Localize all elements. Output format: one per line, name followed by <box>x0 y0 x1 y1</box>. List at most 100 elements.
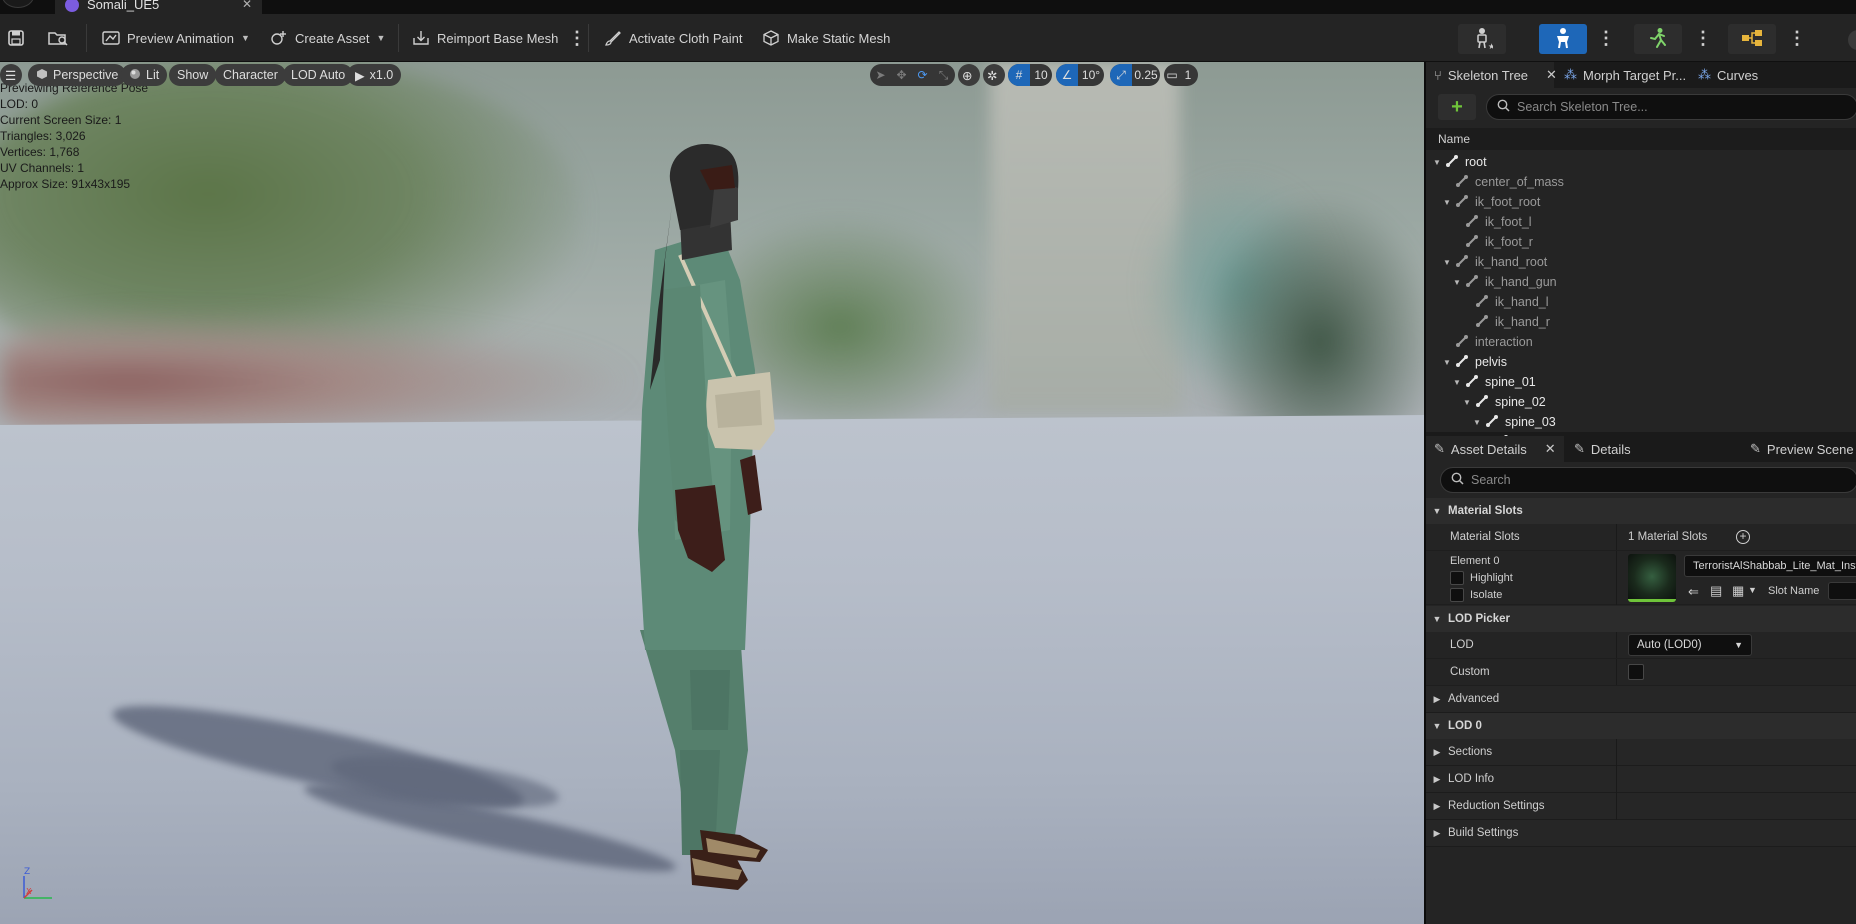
mesh-mode-menu-icon[interactable]: ⋮ <box>1597 14 1615 62</box>
bone-row[interactable]: ik_foot_r <box>1426 232 1856 252</box>
camera-icon[interactable]: ▭ <box>1164 64 1180 86</box>
grid-snap-icon[interactable]: # <box>1008 64 1030 86</box>
scale-snap-value[interactable]: 0.25 <box>1132 64 1160 86</box>
bone-row[interactable]: ik_hand_r <box>1426 312 1856 332</box>
tab-morph-target-preview[interactable]: ⁂ Morph Target Pr... <box>1564 62 1686 88</box>
browse-to-asset-button[interactable] <box>48 14 68 62</box>
activate-cloth-paint-button[interactable]: Activate Cloth Paint <box>604 14 742 62</box>
physics-mode-icon[interactable] <box>1848 30 1856 50</box>
lod-selector-button[interactable]: LOD Auto <box>283 64 354 86</box>
view-mode-perspective-button[interactable]: Perspective <box>28 64 127 86</box>
material-slots-section-header[interactable]: ▼ Material Slots <box>1426 498 1856 524</box>
expand-arrow-icon[interactable]: ▼ <box>1442 358 1452 367</box>
skeleton-search-field[interactable] <box>1486 94 1856 120</box>
add-material-slot-icon[interactable]: + <box>1736 530 1750 544</box>
checker-material-icon[interactable]: ▦ <box>1732 583 1744 599</box>
grid-snap-group[interactable]: # 10 <box>1008 64 1052 86</box>
rotation-snap-value[interactable]: 10° <box>1078 64 1104 86</box>
lighting-mode-button[interactable]: Lit <box>121 64 168 86</box>
unreal-logo-icon[interactable] <box>2 0 34 8</box>
bone-row[interactable]: ▼ spine_02 <box>1426 392 1856 412</box>
expand-arrow-icon[interactable]: ▼ <box>1442 198 1452 207</box>
skeleton-mode-button[interactable]: ★ <box>1458 24 1506 54</box>
use-selected-asset-icon[interactable]: ⇐ <box>1688 584 1699 600</box>
expand-arrow-icon[interactable]: ▼ <box>1472 418 1482 427</box>
sections-expander[interactable]: ▶ Sections <box>1426 739 1856 766</box>
highlight-checkbox[interactable] <box>1450 571 1464 585</box>
tab-skeleton-tree[interactable]: ⑂ Skeleton Tree ✕ <box>1426 62 1557 88</box>
document-tab[interactable]: Somali_UE5 ✕ <box>55 0 262 14</box>
viewport-options-menu-button[interactable]: ☰ <box>0 64 22 86</box>
3d-viewport[interactable]: Previewing Reference Pose LOD: 0 Current… <box>0 62 1424 924</box>
bone-row[interactable]: ▼ spine_01 <box>1426 372 1856 392</box>
tab-preview-scene[interactable]: ✎ Preview Scene <box>1750 436 1854 462</box>
lod-dropdown[interactable]: Auto (LOD0) ▼ <box>1628 634 1752 656</box>
rotation-snap-group[interactable]: ∠ 10° <box>1056 64 1104 86</box>
isolate-checkbox[interactable] <box>1450 588 1464 602</box>
animation-mode-menu-icon[interactable]: ⋮ <box>1694 14 1712 62</box>
blueprint-mode-menu-icon[interactable]: ⋮ <box>1788 14 1806 62</box>
expand-arrow-icon[interactable]: ▼ <box>1432 158 1442 167</box>
world-local-toggle[interactable]: ⊕ <box>958 64 980 86</box>
skeleton-search-input[interactable] <box>1517 100 1817 114</box>
save-button[interactable] <box>8 14 24 62</box>
slot-name-field[interactable] <box>1828 582 1856 600</box>
make-static-mesh-button[interactable]: Make Static Mesh <box>762 14 890 62</box>
animation-mode-button[interactable] <box>1634 24 1682 54</box>
lod0-section-header[interactable]: ▼ LOD 0 <box>1426 713 1856 739</box>
lod-info-expander[interactable]: ▶ LOD Info <box>1426 766 1856 793</box>
reduction-settings-expander[interactable]: ▶ Reduction Settings <box>1426 793 1856 820</box>
expand-arrow-icon[interactable]: ▼ <box>1452 378 1462 387</box>
expand-arrow-icon[interactable]: ▼ <box>1442 258 1452 267</box>
browse-asset-icon[interactable]: ▤ <box>1710 583 1722 599</box>
custom-lod-checkbox[interactable] <box>1628 664 1644 680</box>
scale-snap-icon[interactable]: ⤢ <box>1110 64 1132 86</box>
add-socket-button[interactable]: + <box>1438 94 1476 120</box>
select-tool-icon[interactable]: ➤ <box>870 64 891 86</box>
chevron-down-icon[interactable]: ▼ <box>1748 585 1757 595</box>
rotation-snap-icon[interactable]: ∠ <box>1056 64 1078 86</box>
material-thumbnail[interactable] <box>1628 554 1676 602</box>
character-options-button[interactable]: Character <box>215 64 286 86</box>
build-settings-expander[interactable]: ▶ Build Settings <box>1426 820 1856 847</box>
tree-column-header[interactable]: Name <box>1426 128 1856 150</box>
bone-row[interactable]: ik_foot_l <box>1426 212 1856 232</box>
lod-picker-section-header[interactable]: ▼ LOD Picker <box>1426 606 1856 632</box>
rotate-tool-icon[interactable]: ⟳ <box>912 64 933 86</box>
expand-arrow-icon[interactable]: ▼ <box>1452 278 1462 287</box>
preview-animation-dropdown[interactable]: Preview Animation ▼ <box>102 14 250 62</box>
details-search-input[interactable] <box>1471 473 1771 487</box>
bone-row[interactable]: ▼ spine_03 <box>1426 412 1856 432</box>
close-icon[interactable]: ✕ <box>1546 67 1557 83</box>
reimport-base-mesh-button[interactable]: Reimport Base Mesh <box>412 14 558 62</box>
bone-row[interactable]: ▼ pelvis <box>1426 352 1856 372</box>
reimport-options-menu-icon[interactable]: ⋮ <box>568 14 586 62</box>
bone-row[interactable]: ▼ ik_hand_gun <box>1426 272 1856 292</box>
create-asset-dropdown[interactable]: Create Asset ▼ <box>270 14 385 62</box>
surface-snapping-toggle[interactable]: ✲ <box>983 64 1005 86</box>
bone-row[interactable]: center_of_mass <box>1426 172 1856 192</box>
tab-asset-details[interactable]: ✎ Asset Details ✕ <box>1426 436 1564 462</box>
material-asset-picker[interactable]: TerroristAlShabbab_Lite_Mat_Inst <box>1684 555 1856 577</box>
tab-curves[interactable]: ⁂ Curves <box>1698 62 1758 88</box>
camera-speed-value[interactable]: 1 <box>1180 64 1196 86</box>
close-tab-icon[interactable]: ✕ <box>242 0 252 11</box>
scale-tool-icon[interactable]: ⤡ <box>933 64 954 86</box>
skeletal-mesh-mode-button[interactable] <box>1539 24 1587 54</box>
bone-row[interactable]: interaction <box>1426 332 1856 352</box>
close-icon[interactable]: ✕ <box>1545 441 1556 457</box>
playback-speed-button[interactable]: ▶ x1.0 <box>347 64 402 86</box>
bone-row[interactable]: ▼ ik_hand_root <box>1426 252 1856 272</box>
show-flags-button[interactable]: Show <box>169 64 217 86</box>
camera-speed-group[interactable]: ▭ 1 <box>1164 64 1198 86</box>
bone-row[interactable]: ▼ root <box>1426 152 1856 172</box>
scale-snap-group[interactable]: ⤢ 0.25 <box>1110 64 1160 86</box>
bone-row[interactable]: ik_hand_l <box>1426 292 1856 312</box>
expand-arrow-icon[interactable]: ▼ <box>1462 398 1472 407</box>
bone-row[interactable]: ▼ ik_foot_root <box>1426 192 1856 212</box>
blueprint-mode-button[interactable] <box>1728 24 1776 54</box>
details-search-field[interactable] <box>1440 467 1856 493</box>
grid-snap-value[interactable]: 10 <box>1030 64 1052 86</box>
advanced-expander[interactable]: ▶ Advanced <box>1426 686 1856 713</box>
tab-details[interactable]: ✎ Details <box>1574 436 1631 462</box>
